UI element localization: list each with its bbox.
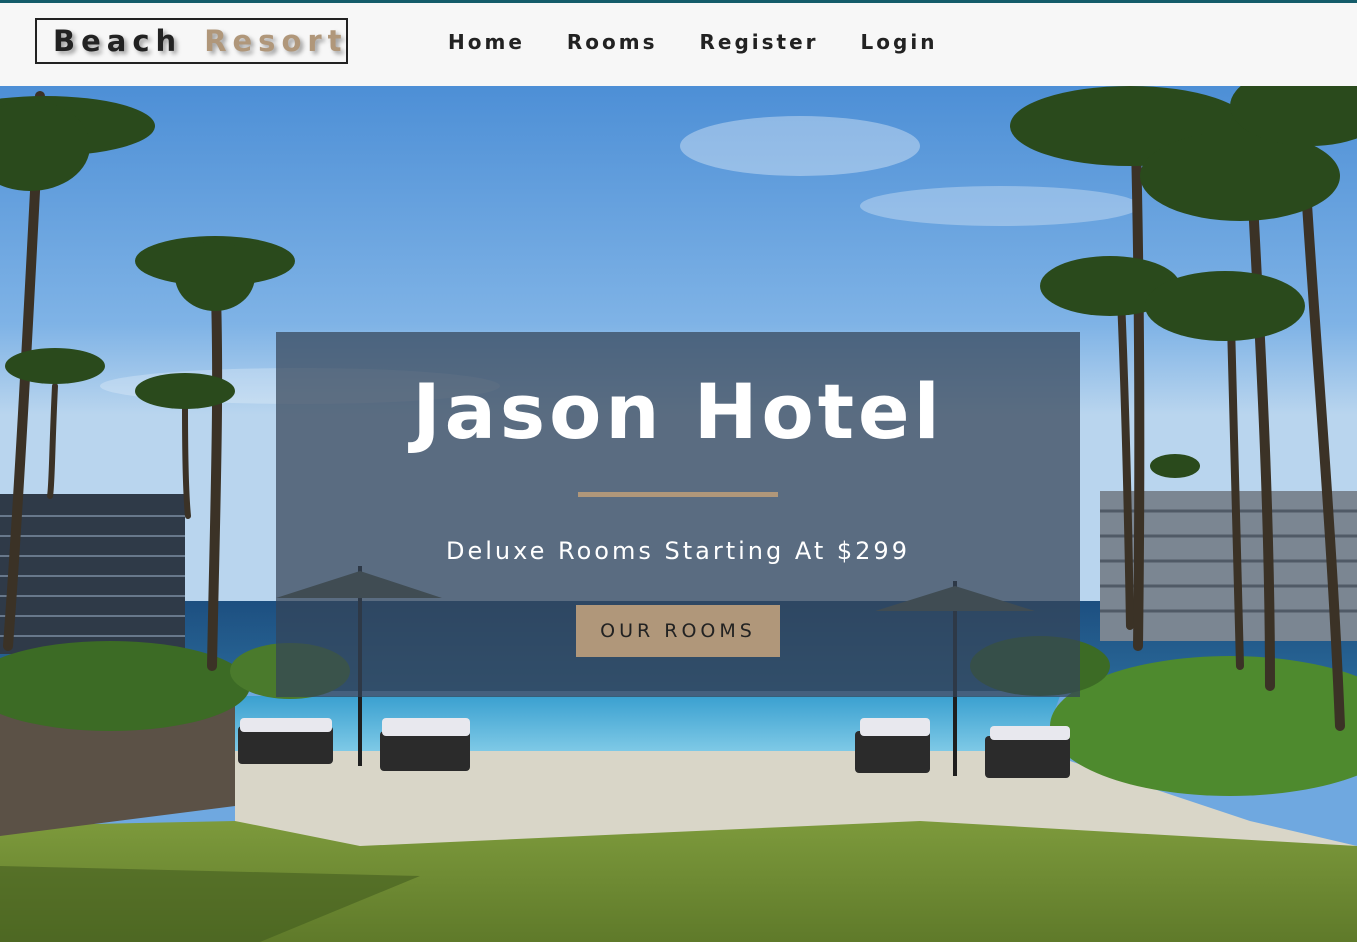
nav-register-link[interactable]: Register xyxy=(700,30,819,54)
hero-section: Jason Hotel Deluxe Rooms Starting At $29… xyxy=(0,86,1357,942)
hero-banner: Jason Hotel Deluxe Rooms Starting At $29… xyxy=(276,332,1080,697)
nav-rooms-link[interactable]: Rooms xyxy=(567,30,658,54)
nav-login-link[interactable]: Login xyxy=(861,30,938,54)
our-rooms-button[interactable]: OUR ROOMS xyxy=(576,605,780,657)
nav-home-link[interactable]: Home xyxy=(448,30,525,54)
navbar: Beach Resort Home Rooms Register Login xyxy=(0,3,1357,86)
hero-title: Jason Hotel xyxy=(412,367,944,456)
logo[interactable]: Beach Resort xyxy=(35,18,348,64)
logo-word-resort: Resort xyxy=(204,24,348,58)
title-divider xyxy=(578,492,778,497)
nav-links: Home Rooms Register Login xyxy=(448,30,937,54)
hero-subtitle: Deluxe Rooms Starting At $299 xyxy=(446,537,910,565)
logo-word-beach: Beach xyxy=(53,24,183,58)
